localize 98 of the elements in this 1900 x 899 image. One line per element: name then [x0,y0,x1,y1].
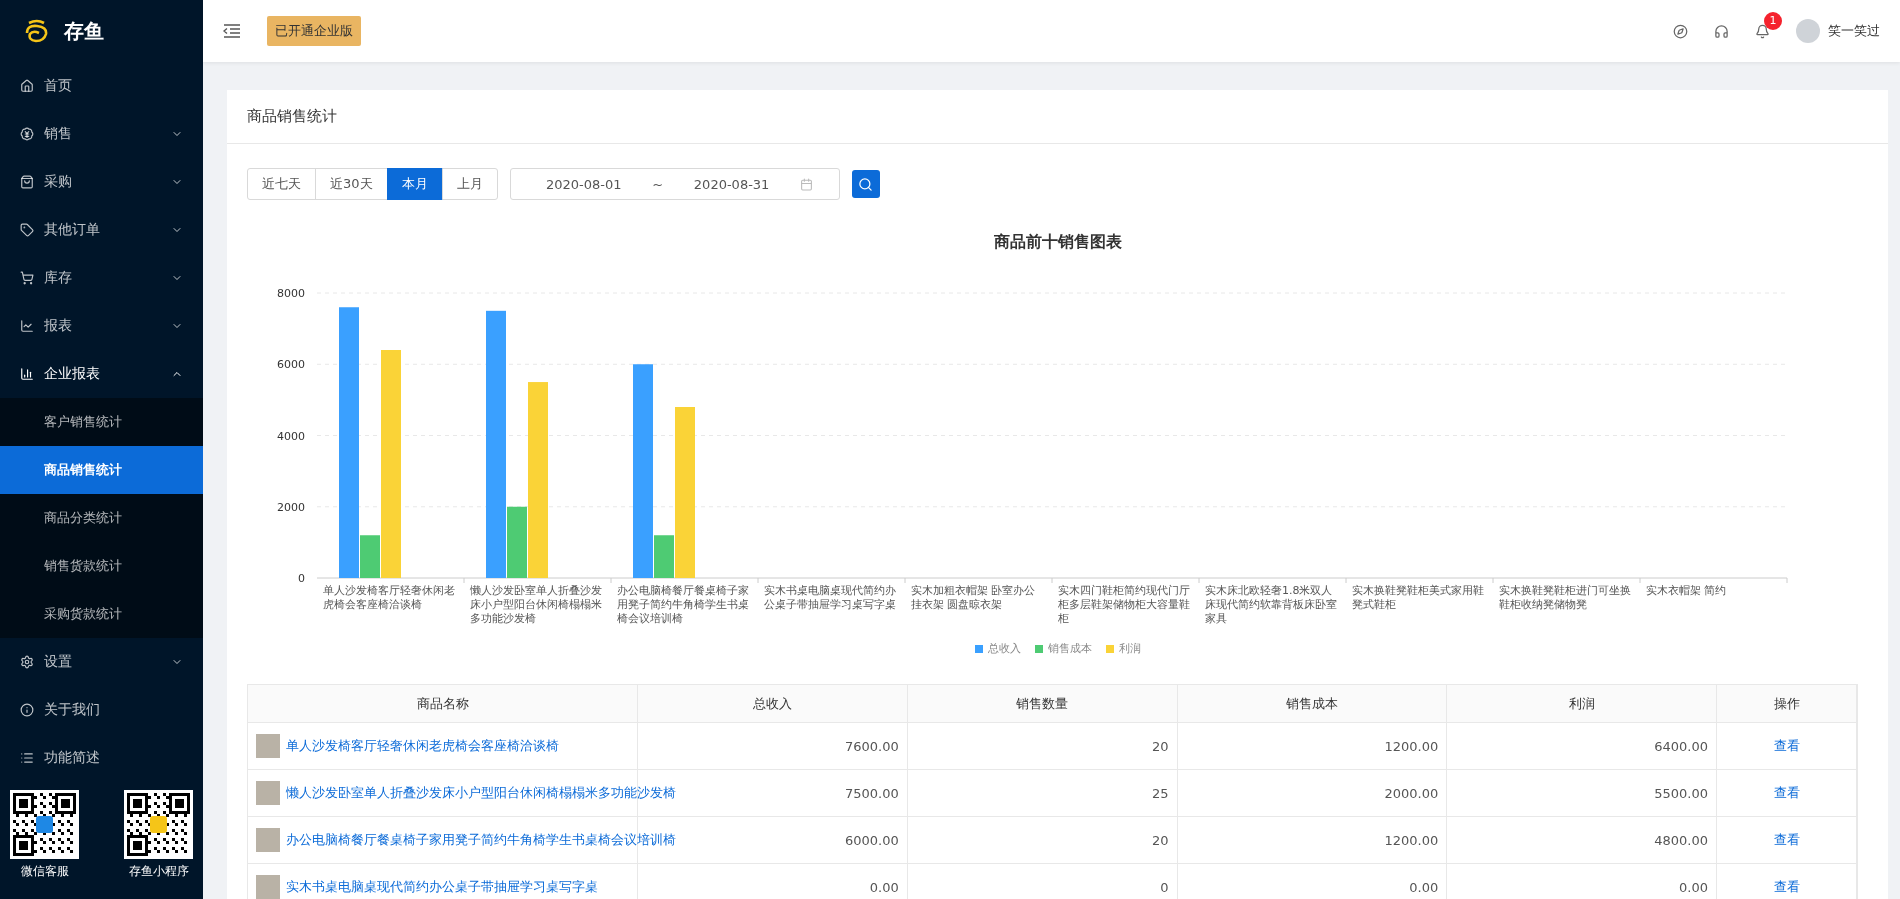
card-title: 商品销售统计 [227,90,1888,144]
range-tab[interactable]: 上月 [441,168,498,200]
x-axis-label: 实木衣帽架 简约 [1645,584,1728,599]
sidebar-item[interactable]: 库存 [0,254,203,302]
column-header: 销售成本 [1177,685,1448,724]
column-header: 商品名称 [248,685,638,724]
sidebar-item[interactable]: 关于我们 [0,686,203,734]
photo-placeholder [256,781,280,806]
column-header: 利润 [1447,685,1717,724]
sidebar-item[interactable]: 功能简述 [0,734,203,782]
compass-icon[interactable] [1673,23,1688,39]
menu-icon [20,127,34,141]
view-link[interactable]: 查看 [1773,831,1800,849]
table-cell: 0.00 [1447,864,1717,899]
table-cell: 2000.00 [1177,770,1448,818]
menu-icon [20,367,34,381]
range-tab[interactable]: 本月 [386,168,443,200]
y-axis-label: 0 [298,572,305,584]
submenu-item[interactable]: 采购货款统计 [0,590,203,638]
table-cell: 20 [907,817,1178,865]
product-link[interactable]: 单人沙发椅客厅轻奢休闲老虎椅会客座椅洽谈椅 [286,737,559,755]
x-axis-label: 实木换鞋凳鞋柜进门可坐换鞋柜收纳凳储物凳 [1498,584,1632,613]
y-axis-label: 2000 [277,500,305,514]
legend-label[interactable]: 利润 [1118,641,1141,657]
table-cell: 6400.00 [1447,723,1717,771]
table-cell: 1200.00 [1177,817,1448,865]
product-link[interactable]: 办公电脑椅餐厅餐桌椅子家用凳子简约牛角椅学生书桌椅会议培训椅 [286,831,676,849]
plan-badge: 已开通企业版 [267,16,361,46]
bell-icon[interactable] [1755,23,1770,39]
photo-placeholder [256,828,280,853]
table-cell: 0.00 [1177,864,1448,899]
logo-text: 存鱼 [64,17,104,45]
x-axis-label: 实木换鞋凳鞋柜美式家用鞋凳式鞋柜 [1351,584,1485,613]
x-axis-label: 实木书桌电脑桌现代简约办公桌子带抽屉学习桌写字桌 [763,584,897,613]
product-link[interactable]: 实木书桌电脑桌现代简约办公桌子带抽屉学习桌写字桌 [286,878,598,896]
photo-placeholder [256,875,280,899]
product-link[interactable]: 懒人沙发卧室单人折叠沙发床小户型阳台休闲椅榻榻米多功能沙发椅 [286,784,676,802]
table-cell: 5500.00 [1447,770,1717,818]
table-cell: 4800.00 [1447,817,1717,865]
date-range-field[interactable]: 2020-08-01 ~ 2020-08-31 [509,168,840,200]
column-header: 操作 [1717,685,1857,724]
menu-icon [20,175,34,189]
table-cell: 25 [907,770,1178,818]
sidebar-item[interactable]: 采购 [0,158,203,206]
menu-icon [20,271,34,285]
legend-label[interactable]: 总收入 [987,641,1021,657]
column-header: 总收入 [638,685,908,724]
sidebar-item[interactable]: 报表 [0,302,203,350]
search-icon [858,176,874,192]
sidebar-item[interactable]: 首页 [0,62,203,110]
menu-icon [20,79,34,93]
menu-icon [20,751,34,765]
y-axis-label: 4000 [277,429,305,443]
table-cell: 7600.00 [638,723,908,771]
table-cell: 20 [907,723,1178,771]
qr-caption: 微信客服 [20,863,69,880]
notification-count: 1 [1764,11,1782,30]
x-axis-label: 实木四门鞋柜简约现代门厅柜多层鞋架储物柜大容量鞋柜 [1057,584,1191,626]
qr-caption: 存鱼小程序 [128,863,189,880]
headphones-icon[interactable] [1714,23,1729,39]
x-axis-label: 实木加粗衣帽架 卧室办公挂衣架 圆盘晾衣架 [910,584,1037,613]
submenu-item[interactable]: 客户销售统计 [0,398,203,446]
sidebar-item[interactable]: 设置 [0,638,203,686]
chart-title: 商品前十销售图表 [992,232,1123,253]
view-link[interactable]: 查看 [1773,784,1800,802]
y-axis-label: 8000 [277,287,305,300]
menu-icon [20,319,34,333]
calendar-icon [800,177,814,191]
y-axis-label: 6000 [277,358,305,372]
user-name[interactable]: 笑一笑过 [1828,22,1880,40]
logo-icon [24,19,50,43]
qr-code-drawing [124,790,193,859]
sidebar-item[interactable]: 其他订单 [0,206,203,254]
table-cell: 1200.00 [1177,723,1448,771]
search-button[interactable] [851,170,880,198]
menu-icon [20,703,34,717]
table-cell: 0 [907,864,1178,899]
submenu-item[interactable]: 商品分类统计 [0,494,203,542]
legend-label[interactable]: 销售成本 [1047,641,1092,657]
sidebar-item[interactable]: 企业报表 [0,350,203,398]
menu-icon [20,655,34,669]
sidebar-item[interactable]: 销售 [0,110,203,158]
range-tab[interactable]: 近七天 [247,168,316,200]
table-cell: 0.00 [638,864,908,899]
submenu-item[interactable]: 销售货款统计 [0,542,203,590]
column-header: 销售数量 [907,685,1178,724]
x-axis-label: 懒人沙发卧室单人折叠沙发床小户型阳台休闲椅榻榻米多功能沙发椅 [469,584,603,626]
x-axis-label: 实木床北欧轻奢1.8米双人床现代简约软靠背板床卧室家具 [1204,584,1338,626]
view-link[interactable]: 查看 [1773,737,1800,755]
x-axis-label: 办公电脑椅餐厅餐桌椅子家用凳子简约牛角椅学生书桌椅会议培训椅 [616,584,750,626]
menu-fold-icon[interactable] [223,24,241,38]
photo-placeholder [256,734,280,759]
qr-code-drawing [10,790,79,859]
menu-icon [20,223,34,237]
submenu-item[interactable]: 商品销售统计 [0,446,203,494]
range-tab[interactable]: 近30天 [315,168,388,200]
view-link[interactable]: 查看 [1773,878,1800,896]
x-axis-label: 单人沙发椅客厅轻奢休闲老虎椅会客座椅洽谈椅 [322,584,456,613]
